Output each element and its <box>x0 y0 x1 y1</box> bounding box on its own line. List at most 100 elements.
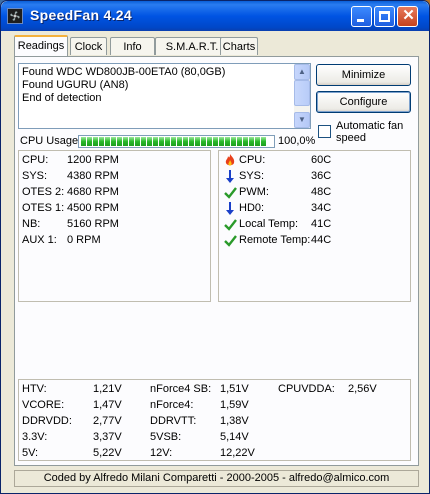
arrow-down-icon <box>224 202 236 215</box>
voltages-panel: HTV: 1,21V VCORE: 1,47V DDRVDD: 2,77V 3.3V:… <box>18 379 411 461</box>
automatic-fan-speed-checkbox[interactable] <box>318 125 331 138</box>
fan-label: NB: <box>22 218 41 230</box>
checkmark-icon <box>224 186 237 199</box>
voltage-label: DDRVTT: <box>150 415 197 427</box>
cpu-usage-segment <box>213 137 218 146</box>
cpu-usage-segment <box>87 137 92 146</box>
cpu-usage-segment <box>165 137 170 146</box>
voltage-value: 1,51V <box>220 383 249 395</box>
cpu-usage-bar <box>78 135 275 148</box>
automatic-fan-speed-label: Automatic fan speed <box>336 120 404 144</box>
temp-label: CPU: <box>239 154 266 166</box>
window-title: SpeedFan 4.24 <box>30 7 132 23</box>
title-bar[interactable]: SpeedFan 4.24 ✕ <box>1 1 429 31</box>
log-line: Found UGURU (AN8) <box>22 79 129 91</box>
voltage-label: HTV: <box>22 383 47 395</box>
fan-icon <box>7 8 23 24</box>
fan-label: SYS: <box>22 170 48 182</box>
voltage-value: 1,59V <box>220 399 249 411</box>
cpu-usage-segment <box>123 137 128 146</box>
cpu-usage-segment <box>261 137 266 146</box>
temp-row: HD0: 34C <box>219 202 409 215</box>
voltage-value: 2,56V <box>348 383 377 395</box>
cpu-usage-segment <box>177 137 182 146</box>
tab-clock[interactable]: Clock <box>70 37 107 55</box>
temperatures-panel: CPU: 60C SYS: 36C PWM: 48C HD0: 34C Local Te… <box>218 150 411 302</box>
temp-label: HD0: <box>239 202 265 214</box>
log-scrollbar[interactable]: ▲ ▼ <box>294 64 310 128</box>
maximize-window-button[interactable] <box>374 6 395 27</box>
voltage-label: 5VSB: <box>150 431 182 443</box>
cpu-usage-segment <box>207 137 212 146</box>
fan-label: CPU: <box>22 154 49 166</box>
maximize-icon <box>379 11 390 22</box>
cpu-usage-segment <box>93 137 98 146</box>
cpu-usage-segment <box>111 137 116 146</box>
voltage-value: 1,47V <box>93 399 122 411</box>
temp-label: Local Temp: <box>239 218 299 230</box>
cpu-usage-segment <box>153 137 158 146</box>
speedfan-window: SpeedFan 4.24 ✕ Readings Clock Info S.M.… <box>0 0 430 494</box>
voltage-label: 3.3V: <box>22 431 48 443</box>
voltage-value: 3,37V <box>93 431 122 443</box>
cpu-usage-segment <box>225 137 230 146</box>
voltage-label: 5V: <box>22 447 39 459</box>
cpu-usage-segment <box>105 137 110 146</box>
minimize-window-button[interactable] <box>351 6 372 27</box>
temp-row: SYS: 36C <box>219 170 409 183</box>
voltage-value: 1,21V <box>93 383 122 395</box>
credits-status-bar: Coded by Alfredo Milani Comparetti - 200… <box>14 470 419 487</box>
tab-charts[interactable]: Charts <box>220 37 258 55</box>
voltage-label: nForce4 SB: <box>150 383 212 395</box>
temp-value: 48C <box>311 186 332 198</box>
cpu-usage-segment <box>135 137 140 146</box>
cpu-usage-segment <box>249 137 254 146</box>
voltage-label: 12V: <box>150 447 173 459</box>
temp-row: CPU: 60C <box>219 154 409 167</box>
voltage-value: 12,22V <box>220 447 255 459</box>
log-line: Found WDC WD800JB-00ETA0 (80,0GB) <box>22 66 226 78</box>
arrow-down-icon <box>224 170 236 183</box>
temp-label: SYS: <box>239 170 265 182</box>
fan-label: OTES 1: <box>22 202 65 214</box>
checkmark-icon <box>224 234 237 247</box>
temp-row: Local Temp: 41C <box>219 218 409 231</box>
fan-value: 4500 RPM <box>67 202 119 214</box>
fan-value: 4380 RPM <box>67 170 119 182</box>
tab-smart[interactable]: S.M.A.R.T. <box>155 37 229 55</box>
cpu-usage-segment <box>237 137 242 146</box>
voltage-value: 1,38V <box>220 415 249 427</box>
cpu-usage-segment <box>243 137 248 146</box>
minimize-button[interactable]: Minimize <box>316 64 411 86</box>
cpu-usage-segment <box>81 137 86 146</box>
cpu-usage-segment <box>255 137 260 146</box>
cpu-usage-segment <box>195 137 200 146</box>
temp-value: 34C <box>311 202 332 214</box>
cpu-usage-segment <box>147 137 152 146</box>
tab-readings[interactable]: Readings <box>14 35 68 56</box>
configure-button[interactable]: Configure <box>316 91 411 113</box>
voltage-label: CPUVDDA: <box>278 383 335 395</box>
cpu-usage-segment <box>231 137 236 146</box>
fan-label: AUX 1: <box>22 234 57 246</box>
cpu-usage-segment <box>189 137 194 146</box>
cpu-usage-segment <box>129 137 134 146</box>
voltage-label: DDRVDD: <box>22 415 72 427</box>
fan-value: 4680 RPM <box>67 186 119 198</box>
scroll-up-arrow-icon[interactable]: ▲ <box>294 64 310 80</box>
fan-value: 0 RPM <box>67 234 101 246</box>
close-window-button[interactable]: ✕ <box>397 6 418 27</box>
scroll-down-arrow-icon[interactable]: ▼ <box>294 112 310 128</box>
minimize-icon <box>357 19 364 22</box>
cpu-usage-segment <box>201 137 206 146</box>
temp-row: PWM: 48C <box>219 186 409 199</box>
cpu-usage-segment <box>219 137 224 146</box>
scrollbar-thumb[interactable] <box>294 80 310 106</box>
cpu-usage-segment <box>183 137 188 146</box>
fan-speeds-panel: CPU: 1200 RPM SYS: 4380 RPM OTES 2: 4680 RP… <box>18 150 211 302</box>
flame-icon <box>224 154 236 167</box>
fan-label: OTES 2: <box>22 186 65 198</box>
tab-info[interactable]: Info <box>110 37 155 55</box>
detection-log[interactable]: Found WDC WD800JB-00ETA0 (80,0GB) Found … <box>18 63 311 129</box>
temp-value: 44C <box>311 234 332 246</box>
